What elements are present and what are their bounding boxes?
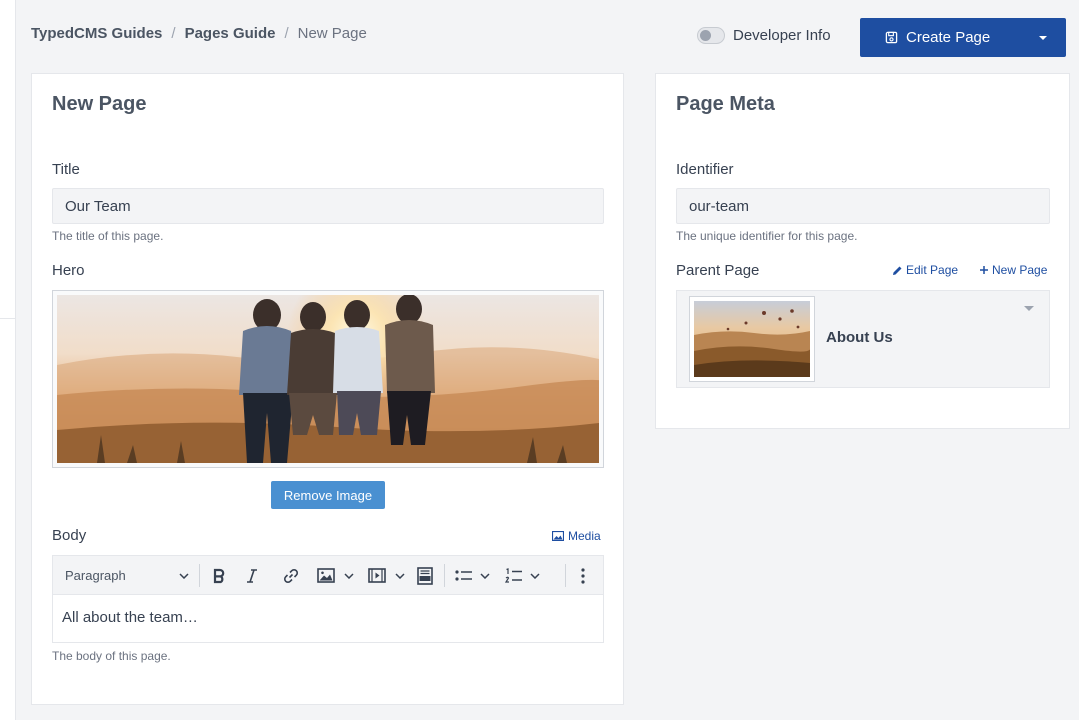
- create-page-split-button: Create Page: [860, 18, 1066, 57]
- toggle-switch[interactable]: [697, 27, 725, 44]
- parent-page-thumbnail: [689, 296, 815, 382]
- title-label: Title: [52, 161, 80, 178]
- bulleted-list-button[interactable]: [451, 556, 493, 595]
- bulleted-list-icon: [454, 569, 472, 581]
- hot-air-balloons-image: [694, 301, 811, 377]
- identifier-input[interactable]: our-team: [676, 188, 1050, 224]
- hero-image-group-at-sunset: [57, 295, 599, 463]
- italic-icon: [247, 568, 257, 583]
- chevron-down-icon: [479, 572, 490, 579]
- new-page-link[interactable]: New Page: [979, 263, 1047, 277]
- developer-info-toggle[interactable]: Developer Info: [697, 27, 831, 44]
- hero-label: Hero: [52, 262, 85, 279]
- numbered-list-icon: [504, 567, 522, 583]
- breadcrumb: TypedCMS Guides / Pages Guide / New Page: [31, 23, 367, 43]
- parent-page-name: About Us: [826, 329, 893, 346]
- media-button[interactable]: Media: [552, 529, 601, 543]
- card-title: Page Meta: [676, 93, 775, 115]
- remove-image-button[interactable]: Remove Image: [271, 481, 385, 509]
- card-title: New Page: [52, 93, 147, 115]
- parent-page-label: Parent Page: [676, 262, 760, 279]
- paragraph-format-dropdown[interactable]: Paragraph: [65, 556, 189, 595]
- edit-page-link[interactable]: Edit Page: [892, 263, 958, 277]
- breadcrumb-separator: /: [284, 24, 289, 42]
- chevron-down-icon: [179, 572, 189, 579]
- media-label: Media: [568, 529, 601, 543]
- pencil-icon: [893, 266, 902, 275]
- more-options-button[interactable]: [573, 556, 593, 595]
- breadcrumb-current: New Page: [297, 24, 367, 42]
- editor-toolbar: Paragraph: [53, 556, 603, 595]
- more-icon: [581, 567, 585, 584]
- body-label: Body: [52, 527, 87, 544]
- video-icon: [367, 568, 386, 583]
- image-icon: [316, 568, 335, 583]
- editor-content[interactable]: All about the team…: [53, 595, 603, 640]
- new-page-card: New Page Title Our Team The title of thi…: [31, 73, 624, 705]
- html-icon: [417, 566, 433, 585]
- left-rail: [0, 0, 16, 720]
- create-page-button[interactable]: Create Page: [860, 18, 1020, 57]
- title-input[interactable]: Our Team: [52, 188, 604, 224]
- plus-icon: [980, 266, 988, 274]
- breadcrumb-link-pages-guide[interactable]: Pages Guide: [185, 25, 276, 42]
- bold-button[interactable]: [206, 556, 232, 595]
- html-embed-button[interactable]: [413, 556, 437, 595]
- caret-down-icon: [1024, 306, 1034, 311]
- link-icon: [283, 568, 299, 583]
- link-button[interactable]: [278, 556, 304, 595]
- chevron-down-icon: [343, 572, 354, 579]
- insert-image-button[interactable]: [312, 556, 358, 595]
- title-help-text: The title of this page.: [52, 229, 164, 243]
- identifier-label: Identifier: [676, 161, 734, 178]
- italic-button[interactable]: [239, 556, 265, 595]
- body-help-text: The body of this page.: [52, 649, 171, 663]
- identifier-help-text: The unique identifier for this page.: [676, 229, 858, 243]
- image-icon: [552, 531, 564, 541]
- rich-text-editor: Paragraph All about the team…: [52, 555, 604, 643]
- edit-page-label: Edit Page: [906, 263, 959, 277]
- caret-down-icon: [1039, 35, 1047, 40]
- bold-icon: [213, 568, 225, 583]
- create-page-dropdown-toggle[interactable]: [1020, 18, 1066, 57]
- paragraph-format-label: Paragraph: [65, 568, 126, 583]
- insert-media-button[interactable]: [363, 556, 409, 595]
- breadcrumb-separator: /: [171, 24, 176, 42]
- chevron-down-icon: [394, 572, 405, 579]
- developer-info-label: Developer Info: [733, 27, 831, 44]
- breadcrumb-link-typedcms-guides[interactable]: TypedCMS Guides: [31, 25, 162, 42]
- new-page-label: New Page: [992, 263, 1048, 277]
- page-meta-card: Page Meta Identifier our-team The unique…: [655, 73, 1070, 429]
- parent-page-select[interactable]: About Us: [676, 290, 1050, 388]
- create-page-label: Create Page: [906, 29, 991, 46]
- numbered-list-button[interactable]: [501, 556, 543, 595]
- chevron-down-icon: [529, 572, 540, 579]
- save-icon: [885, 31, 898, 44]
- hero-image: [52, 290, 604, 468]
